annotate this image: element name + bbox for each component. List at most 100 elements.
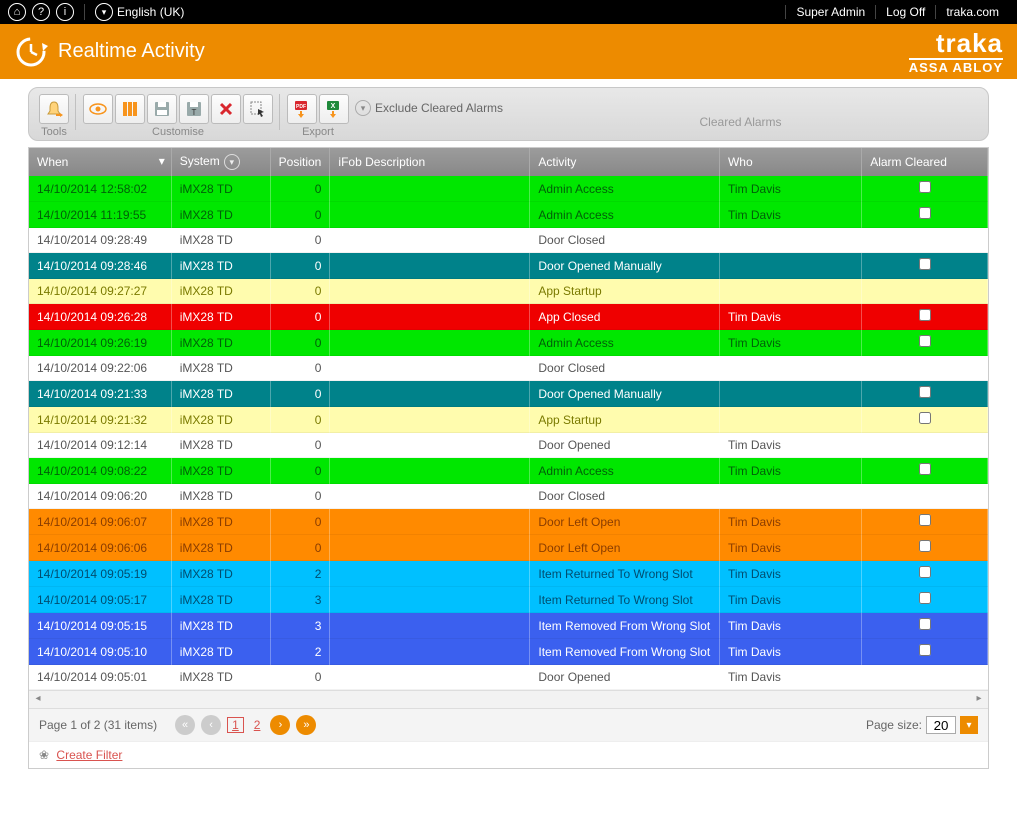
next-page-button[interactable]: › [270,715,290,735]
cell-system: iMX28 TD [171,279,270,304]
cell-when: 14/10/2014 09:28:49 [29,228,171,253]
cell-when: 14/10/2014 09:05:17 [29,587,171,613]
horizontal-scrollbar[interactable]: ◂ ▸ [29,690,988,708]
delete-button[interactable] [211,94,241,124]
cell-alarm-cleared [862,535,988,561]
table-row[interactable]: 14/10/2014 09:26:19iMX28 TD0Admin Access… [29,330,988,356]
cell-ifob [330,304,530,330]
table-row[interactable]: 14/10/2014 09:21:33iMX28 TD0Door Opened … [29,381,988,407]
col-when[interactable]: When▾ [29,148,171,176]
home-icon[interactable]: ⌂ [8,3,26,21]
link-super-admin[interactable]: Super Admin [785,5,875,19]
cell-when: 14/10/2014 09:05:10 [29,639,171,665]
pager-summary: Page 1 of 2 (31 items) [39,718,157,732]
select-button[interactable] [243,94,273,124]
cell-system: iMX28 TD [171,202,270,228]
table-row[interactable]: 14/10/2014 09:06:06iMX28 TD0Door Left Op… [29,535,988,561]
cell-when: 14/10/2014 09:28:46 [29,253,171,279]
cell-ifob [330,509,530,535]
col-system[interactable]: System▾ [171,148,270,176]
col-who[interactable]: Who [719,148,861,176]
alarm-cleared-checkbox[interactable] [919,258,931,270]
table-row[interactable]: 14/10/2014 09:28:49iMX28 TD0Door Closed [29,228,988,253]
last-page-button[interactable]: » [296,715,316,735]
page-size-dropdown[interactable]: ▾ [960,716,978,734]
exclude-cleared-toggle[interactable]: ▾ Exclude Cleared Alarms [355,100,503,116]
page-header: Realtime Activity traka ASSA ABLOY [0,24,1017,79]
alarm-cleared-checkbox[interactable] [919,335,931,347]
cell-who: Tim Davis [719,330,861,356]
cell-system: iMX28 TD [171,639,270,665]
col-label: Who [728,155,753,169]
alarm-cleared-checkbox[interactable] [919,386,931,398]
table-row[interactable]: 14/10/2014 09:27:27iMX28 TD0App Startup [29,279,988,304]
alarm-cleared-checkbox[interactable] [919,644,931,656]
cell-activity: Door Opened [530,665,720,690]
table-row[interactable]: 14/10/2014 09:05:17iMX28 TD3Item Returne… [29,587,988,613]
table-row[interactable]: 14/10/2014 09:05:01iMX28 TD0Door OpenedT… [29,665,988,690]
alarm-cleared-checkbox[interactable] [919,618,931,630]
table-row[interactable]: 14/10/2014 09:28:46iMX28 TD0Door Opened … [29,253,988,279]
link-traka-com[interactable]: traka.com [935,5,1009,19]
cell-who: Tim Davis [719,535,861,561]
cell-ifob [330,330,530,356]
save-layout-button[interactable] [147,94,177,124]
col-position[interactable]: Position [270,148,330,176]
info-icon[interactable]: i [56,3,74,21]
cell-who [719,356,861,381]
rename-button[interactable]: T [179,94,209,124]
alarm-cleared-checkbox[interactable] [919,592,931,604]
alarm-cleared-checkbox[interactable] [919,566,931,578]
table-row[interactable]: 14/10/2014 09:05:15iMX28 TD3Item Removed… [29,613,988,639]
alarm-cleared-checkbox[interactable] [919,412,931,424]
view-button[interactable] [83,94,113,124]
cell-alarm-cleared [862,458,988,484]
page-link[interactable]: 2 [250,718,265,732]
alarm-cleared-checkbox[interactable] [919,181,931,193]
alarm-cleared-checkbox[interactable] [919,540,931,552]
col-ifob[interactable]: iFob Description [330,148,530,176]
filter-dropdown-icon[interactable]: ▾ [224,154,240,170]
cell-alarm-cleared [862,253,988,279]
columns-button[interactable] [115,94,145,124]
cell-position: 0 [270,330,330,356]
alarm-tool-button[interactable] [39,94,69,124]
cell-system: iMX28 TD [171,535,270,561]
table-row[interactable]: 14/10/2014 09:26:28iMX28 TD0App ClosedTi… [29,304,988,330]
topbar: ⌂ ? i ▾ English (UK) Super Admin Log Off… [0,0,1017,24]
table-row[interactable]: 14/10/2014 12:58:02iMX28 TD0Admin Access… [29,176,988,202]
alarm-cleared-checkbox[interactable] [919,463,931,475]
page-current[interactable]: 1 [227,717,244,733]
page-size-input[interactable] [926,716,956,734]
export-excel-button[interactable]: X [319,94,349,124]
table-row[interactable]: 14/10/2014 09:08:22iMX28 TD0Admin Access… [29,458,988,484]
col-alarm[interactable]: Alarm Cleared [862,148,988,176]
alarm-cleared-checkbox[interactable] [919,514,931,526]
table-row[interactable]: 14/10/2014 09:06:20iMX28 TD0Door Closed [29,484,988,509]
cell-ifob [330,535,530,561]
table-row[interactable]: 14/10/2014 09:12:14iMX28 TD0Door OpenedT… [29,433,988,458]
table-row[interactable]: 14/10/2014 09:05:10iMX28 TD2Item Removed… [29,639,988,665]
table-row[interactable]: 14/10/2014 09:21:32iMX28 TD0App Startup [29,407,988,433]
table-row[interactable]: 14/10/2014 09:06:07iMX28 TD0Door Left Op… [29,509,988,535]
create-filter-link[interactable]: Create Filter [56,748,122,762]
col-activity[interactable]: Activity [530,148,720,176]
table-row[interactable]: 14/10/2014 11:19:55iMX28 TD0Admin Access… [29,202,988,228]
link-log-off[interactable]: Log Off [875,5,935,19]
export-pdf-button[interactable]: PDF [287,94,317,124]
cell-when: 14/10/2014 09:27:27 [29,279,171,304]
first-page-button[interactable]: « [175,715,195,735]
language-selector[interactable]: ▾ English (UK) [95,3,184,21]
alarm-cleared-checkbox[interactable] [919,309,931,321]
help-icon[interactable]: ? [32,3,50,21]
cell-activity: Item Returned To Wrong Slot [530,561,720,587]
cell-activity: Item Returned To Wrong Slot [530,587,720,613]
svg-text:PDF: PDF [296,104,306,110]
table-row[interactable]: 14/10/2014 09:05:19iMX28 TD2Item Returne… [29,561,988,587]
scroll-left-icon[interactable]: ◂ [31,693,45,707]
alarm-cleared-checkbox[interactable] [919,207,931,219]
cell-alarm-cleared [862,381,988,407]
table-row[interactable]: 14/10/2014 09:22:06iMX28 TD0Door Closed [29,356,988,381]
scroll-right-icon[interactable]: ▸ [972,693,986,707]
prev-page-button[interactable]: ‹ [201,715,221,735]
